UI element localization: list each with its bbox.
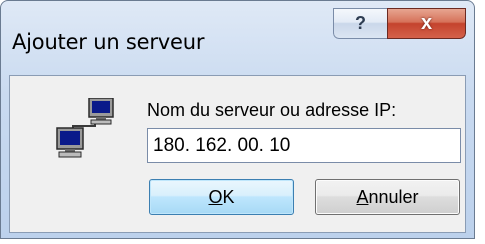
dialog-title: Ajouter un serveur <box>12 30 205 54</box>
help-button[interactable]: ? <box>333 8 387 39</box>
cancel-button[interactable]: Annuler <box>315 179 460 215</box>
network-computers-icon <box>56 98 114 158</box>
caption-buttons: ? x <box>333 8 466 39</box>
server-address-input[interactable] <box>147 128 461 163</box>
title-bar[interactable]: Ajouter un serveur ? x <box>1 1 474 75</box>
cancel-label: nnuler <box>368 186 419 207</box>
close-button[interactable]: x <box>387 8 466 39</box>
ok-button[interactable]: OK <box>149 179 294 215</box>
help-icon: ? <box>355 13 366 33</box>
ok-mnemonic: O <box>208 186 223 207</box>
dialog-body: Nom du serveur ou adresse IP: OK Annuler <box>9 75 466 233</box>
ok-label: K <box>222 186 235 207</box>
close-icon: x <box>420 12 433 34</box>
cancel-mnemonic: A <box>356 186 369 207</box>
server-field-label: Nom du serveur ou adresse IP: <box>147 100 397 120</box>
dialog-window: Ajouter un serveur ? x Nom du serveur ou… <box>0 0 475 239</box>
